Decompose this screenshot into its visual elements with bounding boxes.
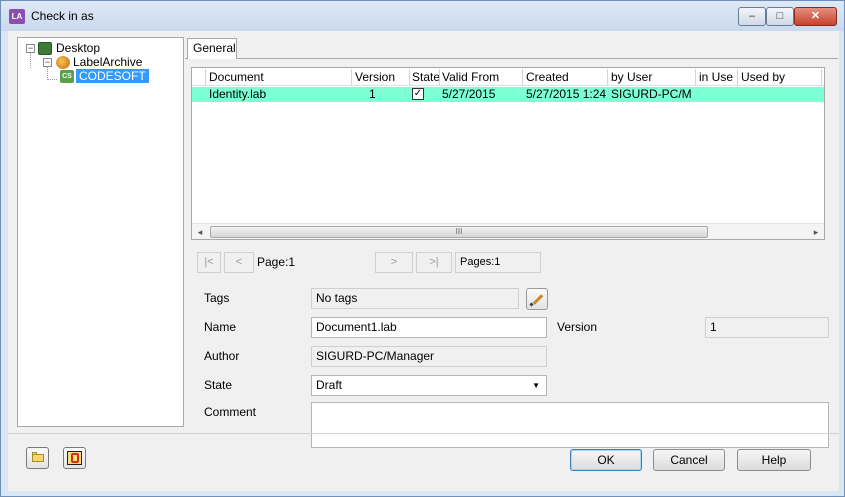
tags-label: Tags — [204, 291, 230, 305]
column-header-in-use[interactable]: in Use — [699, 68, 741, 86]
check-in-dialog: LA Check in as – □ ✕ − Desktop − LabelAr… — [0, 0, 845, 497]
cell-valid-from: 5/27/2015 — [442, 87, 496, 101]
desktop-icon — [38, 42, 52, 55]
column-divider — [439, 69, 440, 85]
preview-document-button[interactable] — [63, 447, 86, 469]
label-document-mark — [71, 453, 79, 463]
column-header-created[interactable]: Created — [526, 68, 606, 86]
comment-textarea[interactable] — [311, 402, 829, 448]
column-header-document[interactable]: Document — [209, 68, 349, 86]
column-header-valid-from[interactable]: Valid From — [442, 68, 522, 86]
collapse-icon[interactable]: − — [26, 44, 35, 53]
author-field: SIGURD-PC/Manager — [311, 346, 547, 367]
column-divider — [205, 69, 206, 85]
cell-version: 1 — [369, 87, 376, 101]
footer-divider — [8, 433, 839, 434]
column-divider — [409, 69, 410, 85]
column-divider — [607, 69, 608, 85]
column-header-used-by[interactable]: Used by — [741, 68, 811, 86]
labelarchive-app-icon: LA — [9, 9, 25, 24]
column-divider — [695, 69, 696, 85]
open-folder-button[interactable] — [26, 447, 49, 469]
archive-icon — [56, 56, 70, 69]
tree-item-label: LabelArchive — [73, 55, 143, 69]
maximize-button[interactable]: □ — [766, 7, 794, 26]
horizontal-scrollbar[interactable]: ◂ III ▸ — [192, 223, 824, 239]
next-page-button[interactable]: > — [375, 252, 413, 273]
pages-count: Pages:1 — [455, 252, 541, 273]
folder-tree[interactable]: − Desktop − LabelArchive CS CODESOFT — [17, 37, 184, 427]
pencil-icon — [532, 294, 544, 305]
minimize-button[interactable]: – — [738, 7, 766, 26]
scroll-left-icon[interactable]: ◂ — [192, 224, 208, 240]
codesoft-icon: CS — [60, 70, 74, 83]
author-label: Author — [204, 349, 240, 363]
tree-item-label: CODESOFT — [76, 69, 149, 83]
tab-general[interactable]: General — [187, 38, 237, 59]
pencil-tip — [529, 302, 534, 307]
column-divider — [737, 69, 738, 85]
close-button[interactable]: ✕ — [794, 7, 837, 26]
tree-item-desktop[interactable]: − Desktop — [22, 41, 182, 55]
folder-icon — [32, 454, 44, 462]
version-field: 1 — [705, 317, 829, 338]
window-title: Check in as — [31, 9, 94, 23]
cell-used-by — [741, 87, 821, 102]
cell-in-use — [699, 87, 737, 102]
last-page-button[interactable]: >| — [416, 252, 452, 273]
column-divider — [522, 69, 523, 85]
tree-item-labelarchive[interactable]: − LabelArchive — [22, 55, 182, 69]
help-button[interactable]: Help — [737, 449, 811, 471]
column-divider — [821, 69, 822, 85]
column-divider — [351, 69, 352, 85]
ok-button[interactable]: OK — [570, 449, 642, 471]
page-indicator: Page:1 — [257, 255, 296, 269]
scrollbar-thumb[interactable]: III — [210, 226, 708, 238]
dialog-body: − Desktop − LabelArchive CS CODESOFT Gen… — [8, 31, 839, 491]
state-dropdown-value: Draft — [316, 378, 343, 392]
cell-by-user: SIGURD-PC/M — [611, 87, 692, 101]
edit-tags-button[interactable] — [526, 288, 548, 310]
collapse-icon[interactable]: − — [43, 58, 52, 67]
general-tab-panel: Document Version State Valid From Create… — [185, 58, 838, 448]
cancel-button[interactable]: Cancel — [653, 449, 725, 471]
column-header-by-user[interactable]: by User — [611, 68, 691, 86]
state-checkbox-icon[interactable]: ✓ — [412, 88, 424, 100]
column-header-state[interactable]: State — [412, 68, 442, 86]
tree-item-label: Desktop — [56, 41, 101, 55]
tree-item-codesoft[interactable]: CS CODESOFT — [22, 69, 182, 83]
table-row[interactable]: Identity.lab 1 ✓ 5/27/2015 5/27/2015 1:2… — [192, 87, 824, 102]
cell-document: Identity.lab — [209, 87, 267, 101]
name-label: Name — [204, 320, 237, 334]
cell-created: 5/27/2015 1:24 — [526, 87, 607, 101]
version-label: Version — [557, 320, 598, 334]
first-page-button[interactable]: |< — [197, 252, 221, 273]
comment-label: Comment — [204, 405, 257, 419]
state-label: State — [204, 378, 233, 392]
tags-field: No tags — [311, 288, 519, 309]
state-dropdown[interactable]: Draft ▼ — [311, 375, 547, 396]
chevron-down-icon[interactable]: ▼ — [532, 376, 540, 395]
scroll-right-icon[interactable]: ▸ — [808, 224, 824, 240]
document-grid[interactable]: Document Version State Valid From Create… — [191, 67, 825, 240]
name-input[interactable]: Document1.lab — [311, 317, 547, 338]
prev-page-button[interactable]: < — [224, 252, 254, 273]
column-header-version[interactable]: Version — [355, 68, 415, 86]
grid-header: Document Version State Valid From Create… — [192, 68, 824, 86]
title-bar[interactable]: LA Check in as – □ ✕ — [1, 1, 844, 31]
